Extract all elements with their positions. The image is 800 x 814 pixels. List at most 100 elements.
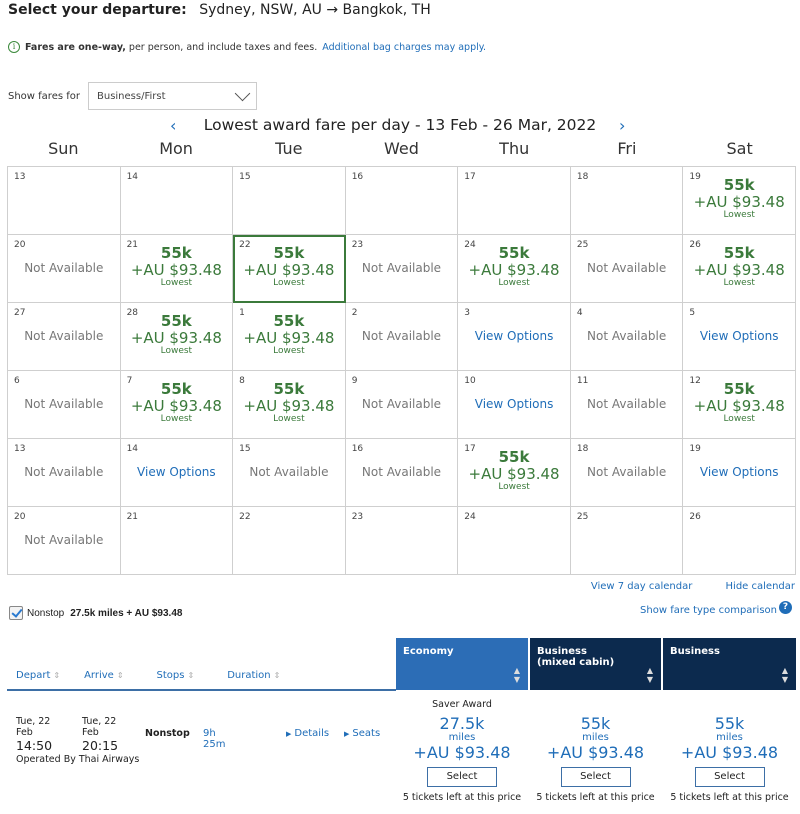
cabin-select[interactable]: Business/First: [88, 82, 257, 110]
calendar-day-cell[interactable]: 19 55k +AU $93.48 Lowest: [683, 167, 796, 235]
calendar-day-cell[interactable]: 20 Not Available: [8, 507, 121, 575]
seats-link[interactable]: ▶ Seats: [344, 728, 380, 739]
departure-label: Select your departure:: [8, 2, 187, 18]
calendar-day-cell[interactable]: 20 Not Available: [8, 235, 121, 303]
select-button[interactable]: Select: [694, 767, 765, 787]
calendar-day-cell[interactable]: 12 55k +AU $93.48 Lowest: [683, 371, 796, 439]
sort-label: Depart: [16, 670, 51, 681]
calendar-day-cell[interactable]: 21 55k +AU $93.48 Lowest: [120, 235, 234, 303]
sort-depart[interactable]: Depart ⇕: [16, 670, 60, 689]
fare-cash: +AU $93.48: [243, 261, 335, 279]
calendar-day-cell: 14: [120, 167, 234, 235]
day-fare[interactable]: 55k +AU $93.48 Lowest: [121, 246, 233, 288]
cabin-header-business[interactable]: Business ▲ ▼: [663, 638, 796, 690]
view-options-link[interactable]: View Options: [683, 329, 795, 343]
not-available-text: Not Available: [24, 533, 104, 547]
view-options-link[interactable]: View Options: [683, 465, 795, 479]
day-fare[interactable]: 55k +AU $93.48 Lowest: [233, 246, 345, 288]
calendar-day-cell[interactable]: 17 55k +AU $93.48 Lowest: [458, 439, 571, 507]
cabin-label: Economy: [403, 646, 454, 657]
lowest-tag: Lowest: [160, 414, 193, 424]
fare-comparison-link[interactable]: Show fare type comparison ?: [640, 601, 792, 616]
calendar-day-cell[interactable]: 14 View Options: [120, 439, 234, 507]
day-number: 24: [464, 512, 476, 522]
day-fare[interactable]: 55k +AU $93.48 Lowest: [121, 382, 233, 424]
calendar-day-cell[interactable]: 5 View Options: [683, 303, 796, 371]
day-number: 23: [351, 512, 364, 522]
view-options-link[interactable]: View Options: [121, 465, 233, 479]
nonstop-checkbox[interactable]: [9, 606, 23, 620]
view-7-day-link[interactable]: View 7 day calendar: [591, 581, 693, 592]
day-fare[interactable]: 55k +AU $93.48 Lowest: [683, 178, 795, 220]
day-number: 18: [576, 444, 589, 454]
fare-miles: 55k: [160, 312, 192, 330]
fare-cash: +AU $93.48: [468, 261, 560, 279]
calendar-day-cell[interactable]: 26 55k +AU $93.48 Lowest: [683, 235, 796, 303]
bag-charges-link[interactable]: Additional bag charges may apply.: [322, 42, 486, 53]
calendar-day-cell[interactable]: 25 Not Available: [570, 235, 684, 303]
day-number: 22: [239, 512, 251, 522]
calendar-day-cell[interactable]: 15 Not Available: [233, 439, 346, 507]
calendar-day-cell[interactable]: 13 Not Available: [8, 439, 121, 507]
calendar-day-cell[interactable]: 1 55k +AU $93.48 Lowest: [233, 303, 346, 371]
calendar-day-cell[interactable]: 19 View Options: [683, 439, 796, 507]
day-fare[interactable]: 55k +AU $93.48 Lowest: [683, 382, 795, 424]
calendar-day-cell: 22: [233, 507, 346, 575]
calendar-day-cell[interactable]: 10 View Options: [458, 371, 571, 439]
fare-cash: +AU $93.48: [546, 743, 645, 762]
sort-duration[interactable]: Duration ⇕: [227, 670, 280, 689]
day-fare[interactable]: 55k +AU $93.48 Lowest: [121, 314, 233, 356]
calendar-day-cell[interactable]: 24 55k +AU $93.48 Lowest: [458, 235, 571, 303]
calendar-day-cell[interactable]: 11 Not Available: [570, 371, 684, 439]
depart-time: 14:50: [16, 738, 53, 753]
sort-stops[interactable]: Stops ⇕: [157, 670, 195, 689]
calendar-day-cell[interactable]: 3 View Options: [458, 303, 571, 371]
calendar-day-cell[interactable]: 2 Not Available: [345, 303, 459, 371]
calendar-day-cell[interactable]: 8 55k +AU $93.48 Lowest: [233, 371, 346, 439]
day-fare[interactable]: 55k +AU $93.48 Lowest: [458, 450, 570, 492]
calendar-day-cell[interactable]: 22 55k +AU $93.48 Lowest: [233, 235, 346, 303]
weekday-header: Sun Mon Tue Wed Thu Fri Sat: [7, 139, 796, 158]
next-month-icon[interactable]: ›: [619, 116, 625, 135]
cabin-header-economy[interactable]: Economy ▲ ▼: [396, 638, 528, 690]
lowest-tag: Lowest: [498, 482, 530, 492]
day-fare[interactable]: 55k +AU $93.48 Lowest: [458, 246, 570, 288]
sort-icon: ▲ ▼: [646, 666, 653, 684]
sort-arrive[interactable]: Arrive ⇕: [84, 670, 123, 689]
day-number: 16: [351, 172, 364, 182]
help-icon[interactable]: ?: [779, 601, 792, 614]
cabin-select-value: Business/First: [97, 90, 166, 102]
calendar-day-cell[interactable]: 28 55k +AU $93.48 Lowest: [120, 303, 234, 371]
cabin-header-business-mixed[interactable]: Business (mixed cabin) ▲ ▼: [530, 638, 661, 690]
day-fare[interactable]: 55k +AU $93.48 Lowest: [233, 314, 345, 356]
calendar-day-cell[interactable]: 9 Not Available: [345, 371, 459, 439]
day-number: 13: [14, 172, 26, 182]
details-link[interactable]: ▶ Details: [286, 728, 329, 739]
day-number: 14: [126, 444, 139, 454]
select-button[interactable]: Select: [560, 767, 631, 787]
fare-option-economy: Saver Award 27.5k miles +AU $93.48 Selec…: [396, 699, 528, 803]
view-options-link[interactable]: View Options: [458, 397, 570, 411]
details-label: Details: [294, 728, 330, 739]
calendar-day-cell[interactable]: 27 Not Available: [8, 303, 121, 371]
tickets-left: 5 tickets left at this price: [536, 792, 655, 803]
not-available-text: Not Available: [24, 465, 104, 479]
not-available-text: Not Available: [24, 397, 104, 411]
calendar-day-cell[interactable]: 7 55k +AU $93.48 Lowest: [120, 371, 234, 439]
calendar-day-cell[interactable]: 18 Not Available: [570, 439, 684, 507]
day-fare[interactable]: 55k +AU $93.48 Lowest: [683, 246, 795, 288]
duration-value: 9h 25m: [203, 728, 226, 750]
hide-calendar-link[interactable]: Hide calendar: [726, 581, 795, 592]
calendar-day-cell[interactable]: 6 Not Available: [8, 371, 121, 439]
sort-icon: ⇕: [53, 671, 61, 680]
calendar-title: Lowest award fare per day - 13 Feb - 26 …: [203, 116, 597, 134]
view-options-link[interactable]: View Options: [458, 329, 570, 343]
calendar-day-cell[interactable]: 16 Not Available: [345, 439, 459, 507]
calendar-day-cell[interactable]: 4 Not Available: [570, 303, 684, 371]
prev-month-icon[interactable]: ‹: [170, 116, 176, 135]
select-button[interactable]: Select: [427, 767, 497, 787]
not-available-text: Not Available: [361, 329, 442, 343]
not-available-text: Not Available: [587, 261, 667, 275]
calendar-day-cell[interactable]: 23 Not Available: [345, 235, 459, 303]
day-fare[interactable]: 55k +AU $93.48 Lowest: [233, 382, 345, 424]
